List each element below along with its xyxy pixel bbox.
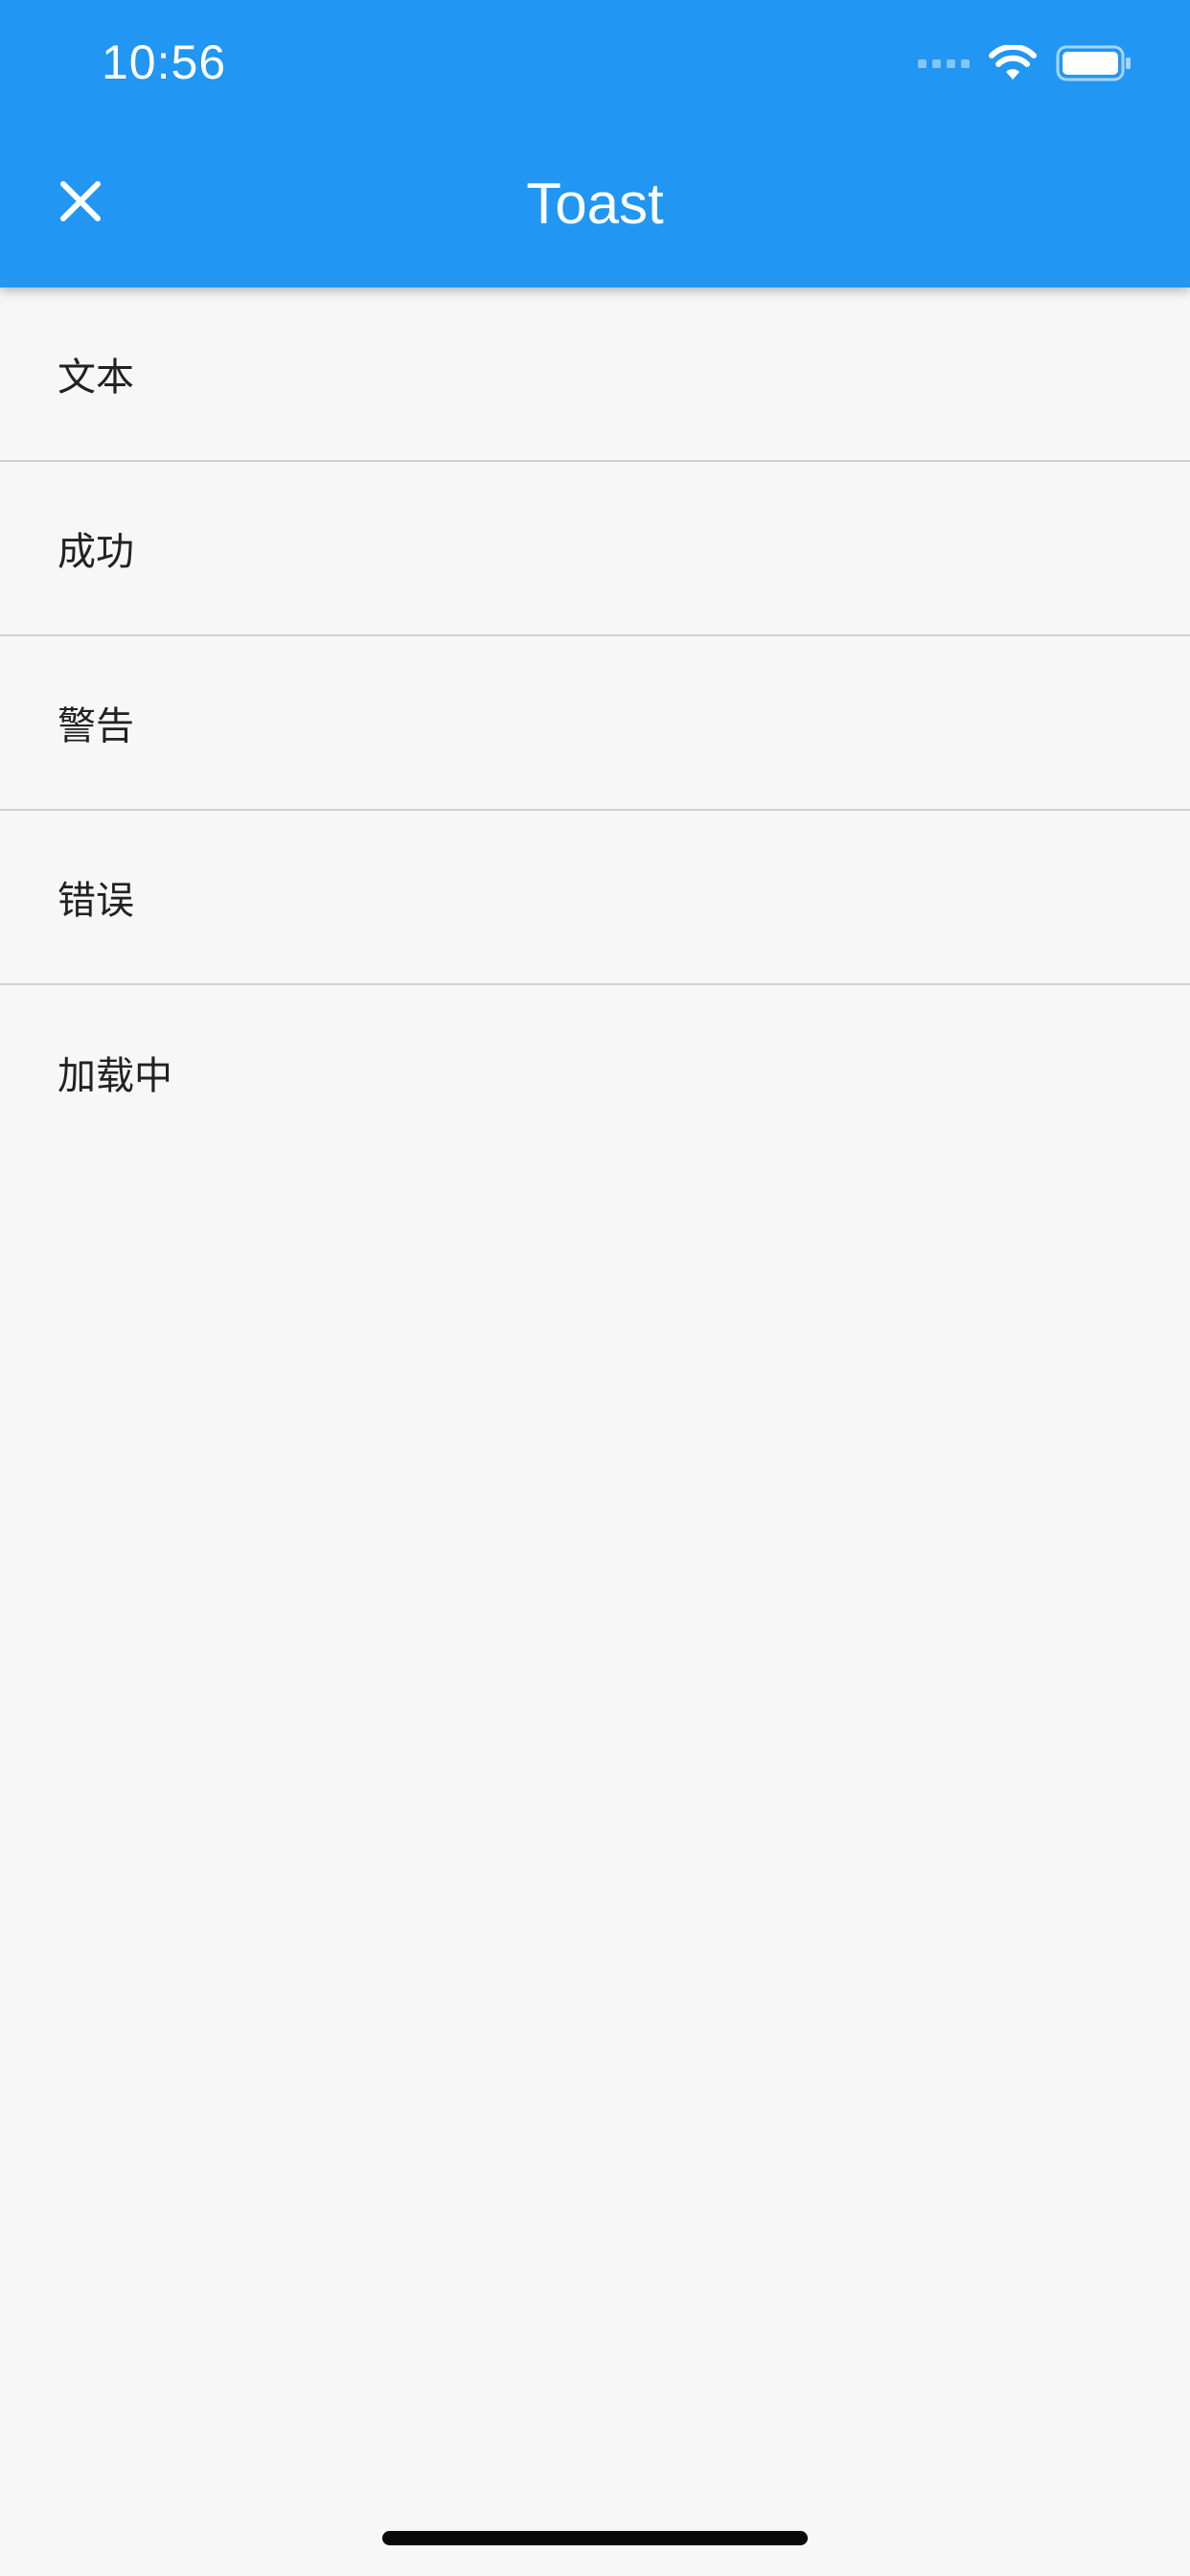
- list-item-error[interactable]: 错误: [0, 811, 1190, 985]
- page-title: Toast: [526, 172, 664, 236]
- app-bar: 10:56 Toast: [0, 0, 1190, 288]
- list-item-text[interactable]: 文本: [0, 288, 1190, 462]
- battery-icon: [1056, 45, 1131, 81]
- status-icons: [918, 44, 1133, 82]
- screen: 10:56 Toast 文本 成功 警告 错误 加载中: [0, 0, 1190, 2576]
- list-item-warning[interactable]: 警告: [0, 636, 1190, 811]
- list-item-loading[interactable]: 加载中: [0, 985, 1190, 1160]
- home-indicator[interactable]: [382, 2531, 808, 2545]
- toast-options-list: 文本 成功 警告 错误 加载中: [0, 288, 1190, 1160]
- wifi-icon: [989, 45, 1037, 80]
- cellular-signal-icon: [918, 58, 970, 68]
- list-item-success[interactable]: 成功: [0, 462, 1190, 636]
- status-time: 10:56: [102, 35, 227, 89]
